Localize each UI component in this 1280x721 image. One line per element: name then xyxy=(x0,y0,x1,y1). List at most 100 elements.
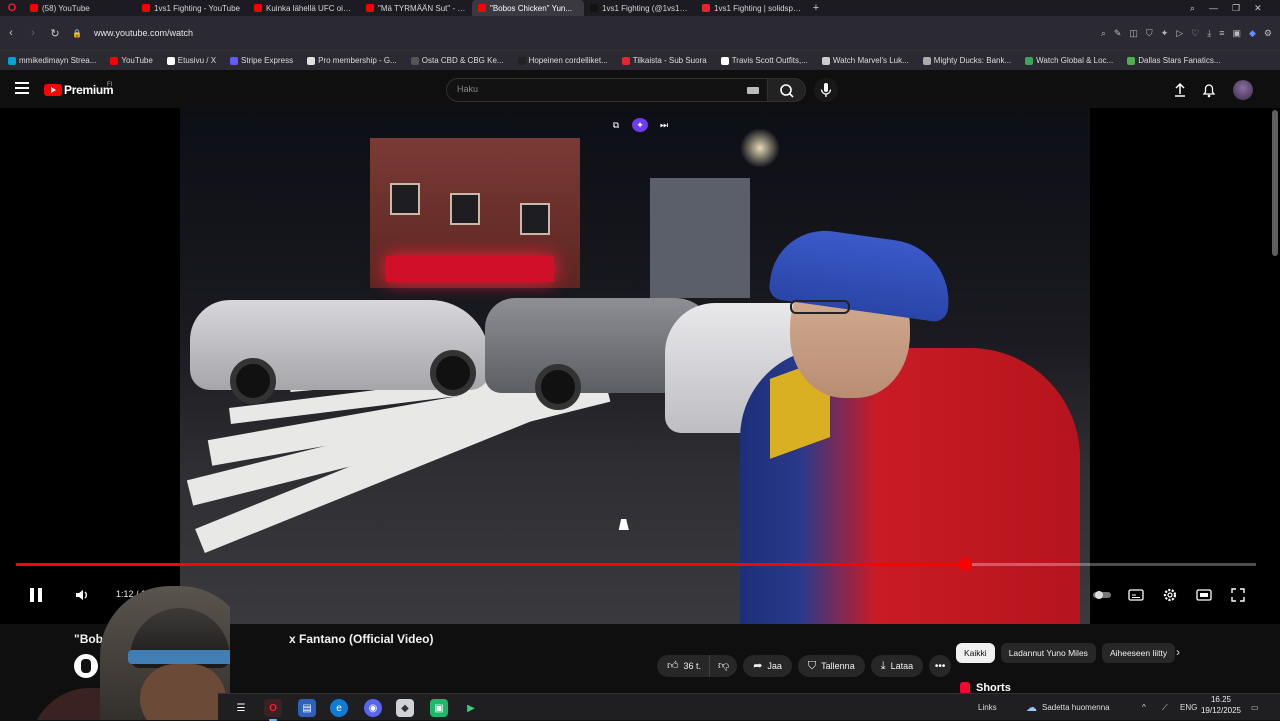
download-icon[interactable]: ⤓ xyxy=(1207,28,1211,39)
progress-bar[interactable] xyxy=(16,558,1256,571)
opera-taskbar-icon[interactable]: O xyxy=(264,699,282,721)
camera-icon[interactable]: ◫ xyxy=(1129,28,1138,39)
subtitles-button[interactable] xyxy=(1126,586,1146,604)
tray-overflow-icon[interactable]: ^ xyxy=(1142,694,1146,721)
app-taskbar-icon[interactable]: ◆ xyxy=(396,699,414,717)
opera-logo-icon[interactable]: O xyxy=(0,0,24,16)
download-label: Lataa xyxy=(890,661,914,671)
voice-search-button[interactable] xyxy=(814,78,838,102)
browser-tab[interactable]: (58) YouTube xyxy=(24,0,136,16)
restore-icon[interactable]: ❐ xyxy=(1232,3,1240,14)
language-indicator[interactable]: ENG xyxy=(1180,694,1197,721)
files-taskbar-icon[interactable]: ▤ xyxy=(298,699,316,717)
youtube-premium-label[interactable]: Premium xyxy=(64,83,114,97)
bookmark-item[interactable]: Watch Global & Loc... xyxy=(1025,56,1113,65)
bookmark-item[interactable]: Watch Marvel's Luk... xyxy=(821,56,909,65)
thumbs-down-icon: 👎︎ xyxy=(718,659,730,672)
share-button[interactable]: ➦ Jaa xyxy=(743,655,792,677)
wallet-icon[interactable]: ▣ xyxy=(1232,28,1241,39)
hamburger-menu-icon[interactable] xyxy=(15,82,29,94)
notification-center-icon[interactable]: ▭ xyxy=(1251,694,1259,721)
weather-text: Sadetta huomenna xyxy=(1042,703,1110,712)
chip-all[interactable]: Kaikki xyxy=(956,643,995,663)
skip-icon[interactable]: ⏭ xyxy=(656,118,672,132)
bookmark-item[interactable]: Hopeinen cordelliket... xyxy=(517,56,608,65)
network-icon[interactable]: ⟋ xyxy=(1162,694,1168,721)
browser-tab[interactable]: Kuinka lähellä UFC oikeasti... xyxy=(248,0,360,16)
autoplay-toggle[interactable] xyxy=(1092,586,1112,604)
lock-icon: 🔒 xyxy=(72,28,82,38)
download-button[interactable]: ⤓ Lataa xyxy=(870,655,924,677)
minimize-icon[interactable]: — xyxy=(1209,3,1218,13)
browser-tab[interactable]: 1vs1 Fighting - YouTube xyxy=(136,0,248,16)
url-field[interactable]: www.youtube.com/watch xyxy=(94,28,193,38)
bookmark-item[interactable]: Mighty Ducks: Bank... xyxy=(922,56,1011,65)
video-player[interactable]: ⧉ ✦ ⏭ 1:12 / 1 xyxy=(0,108,1280,624)
search-button[interactable] xyxy=(768,78,806,102)
ai-sparkle-icon[interactable]: ✦ xyxy=(632,118,648,132)
notifications-button[interactable] xyxy=(1199,80,1219,100)
bookmark-item[interactable]: Etusivu / X xyxy=(166,56,216,65)
reload-icon[interactable]: ↻ xyxy=(44,27,66,40)
search-tabs-icon[interactable]: ⌕ xyxy=(1190,3,1195,14)
more-actions-button[interactable]: ••• xyxy=(929,655,952,677)
dislike-button[interactable]: 👎︎ xyxy=(709,655,738,677)
bookmark-item[interactable]: Dallas Stars Fanatics... xyxy=(1127,56,1220,65)
bookmark-favicon-icon xyxy=(922,56,931,65)
system-clock[interactable]: 16.25 19/12/2025 xyxy=(1199,694,1243,716)
bookmark-item[interactable]: mmikedimayn Strea... xyxy=(8,56,96,65)
heart-icon[interactable]: ♡ xyxy=(1191,28,1199,39)
bookmark-item[interactable]: Travis Scott Outfits,... xyxy=(720,56,808,65)
aria-icon[interactable]: ◆ xyxy=(1249,28,1256,39)
new-tab-button[interactable]: + xyxy=(808,2,824,14)
page-scrollbar[interactable] xyxy=(1272,110,1278,256)
bookmark-item[interactable]: Tilkaista - Sub Suora xyxy=(621,56,707,65)
weather-widget[interactable]: ☁ Sadetta huomenna xyxy=(1026,694,1110,721)
theater-mode-button[interactable] xyxy=(1194,586,1214,604)
discord-taskbar-icon[interactable]: ◉ xyxy=(364,699,382,717)
extension-icon[interactable]: ✦ xyxy=(1161,28,1169,39)
menu-icon[interactable]: ≡ xyxy=(1219,28,1224,38)
media-player-taskbar-icon[interactable]: ▶ xyxy=(462,699,480,717)
browser-tab[interactable]: "Bobos Chicken" Yun... xyxy=(472,0,584,16)
links-label[interactable]: Links xyxy=(978,694,997,721)
bookmark-item[interactable]: YouTube xyxy=(110,56,153,65)
settings-icon[interactable]: ⚙ xyxy=(1264,28,1272,39)
edit-icon[interactable]: ✎ xyxy=(1114,28,1122,39)
fullscreen-button[interactable] xyxy=(1228,586,1248,604)
edge-taskbar-icon[interactable]: e xyxy=(330,699,348,717)
bookmark-item[interactable]: Osta CBD & CBG Ke... xyxy=(410,56,504,65)
youtube-logo-icon[interactable] xyxy=(44,84,62,96)
forward-icon[interactable]: › xyxy=(22,27,44,39)
close-icon[interactable]: ✕ xyxy=(1254,3,1262,14)
settings-button[interactable] xyxy=(1160,586,1180,604)
like-button[interactable]: 👍︎ 36 t. xyxy=(657,655,710,677)
microphone-icon xyxy=(820,83,832,97)
bookmark-item[interactable]: Pro membership - G... xyxy=(307,56,397,65)
upload-icon xyxy=(1175,82,1185,97)
search-icon[interactable]: ⌕ xyxy=(1101,28,1106,39)
save-button[interactable]: ⛉ Tallenna xyxy=(797,655,865,677)
video-frame[interactable]: ⧉ ✦ ⏭ xyxy=(180,108,1090,624)
country-code: FI xyxy=(107,82,113,88)
back-icon[interactable]: ‹ xyxy=(0,27,22,39)
copy-icon[interactable]: ⧉ xyxy=(608,118,624,132)
task-view-icon[interactable]: ☰ xyxy=(232,699,250,717)
keyboard-icon[interactable] xyxy=(747,87,759,94)
play-icon[interactable]: ▷ xyxy=(1176,28,1183,39)
shield-icon[interactable]: ⛉ xyxy=(1146,28,1153,39)
chip-related[interactable]: Aiheeseen liitty xyxy=(1101,643,1176,663)
bookmark-item[interactable]: Stripe Express xyxy=(230,56,293,65)
chip-uploaded-by[interactable]: Ladannut Yuno Miles xyxy=(1000,643,1096,663)
tab-label: Kuinka lähellä UFC oikeasti... xyxy=(266,3,354,13)
browser-tab[interactable]: 1vs1 Fighting | solidsport... xyxy=(696,0,808,16)
search-input[interactable] xyxy=(457,84,737,94)
upload-button[interactable] xyxy=(1170,80,1190,100)
browser-tab[interactable]: "Mä TYRMÄÄN Sut" - Cla... xyxy=(360,0,472,16)
video-app-taskbar-icon[interactable]: ▣ xyxy=(430,699,448,717)
user-avatar[interactable] xyxy=(1233,80,1253,100)
progress-scrubber[interactable] xyxy=(958,558,972,571)
browser-tab[interactable]: 1vs1 Fighting (@1vs1_figh... xyxy=(584,0,696,16)
like-count: 36 t. xyxy=(683,661,702,671)
chips-next-icon[interactable]: › xyxy=(1176,645,1180,659)
